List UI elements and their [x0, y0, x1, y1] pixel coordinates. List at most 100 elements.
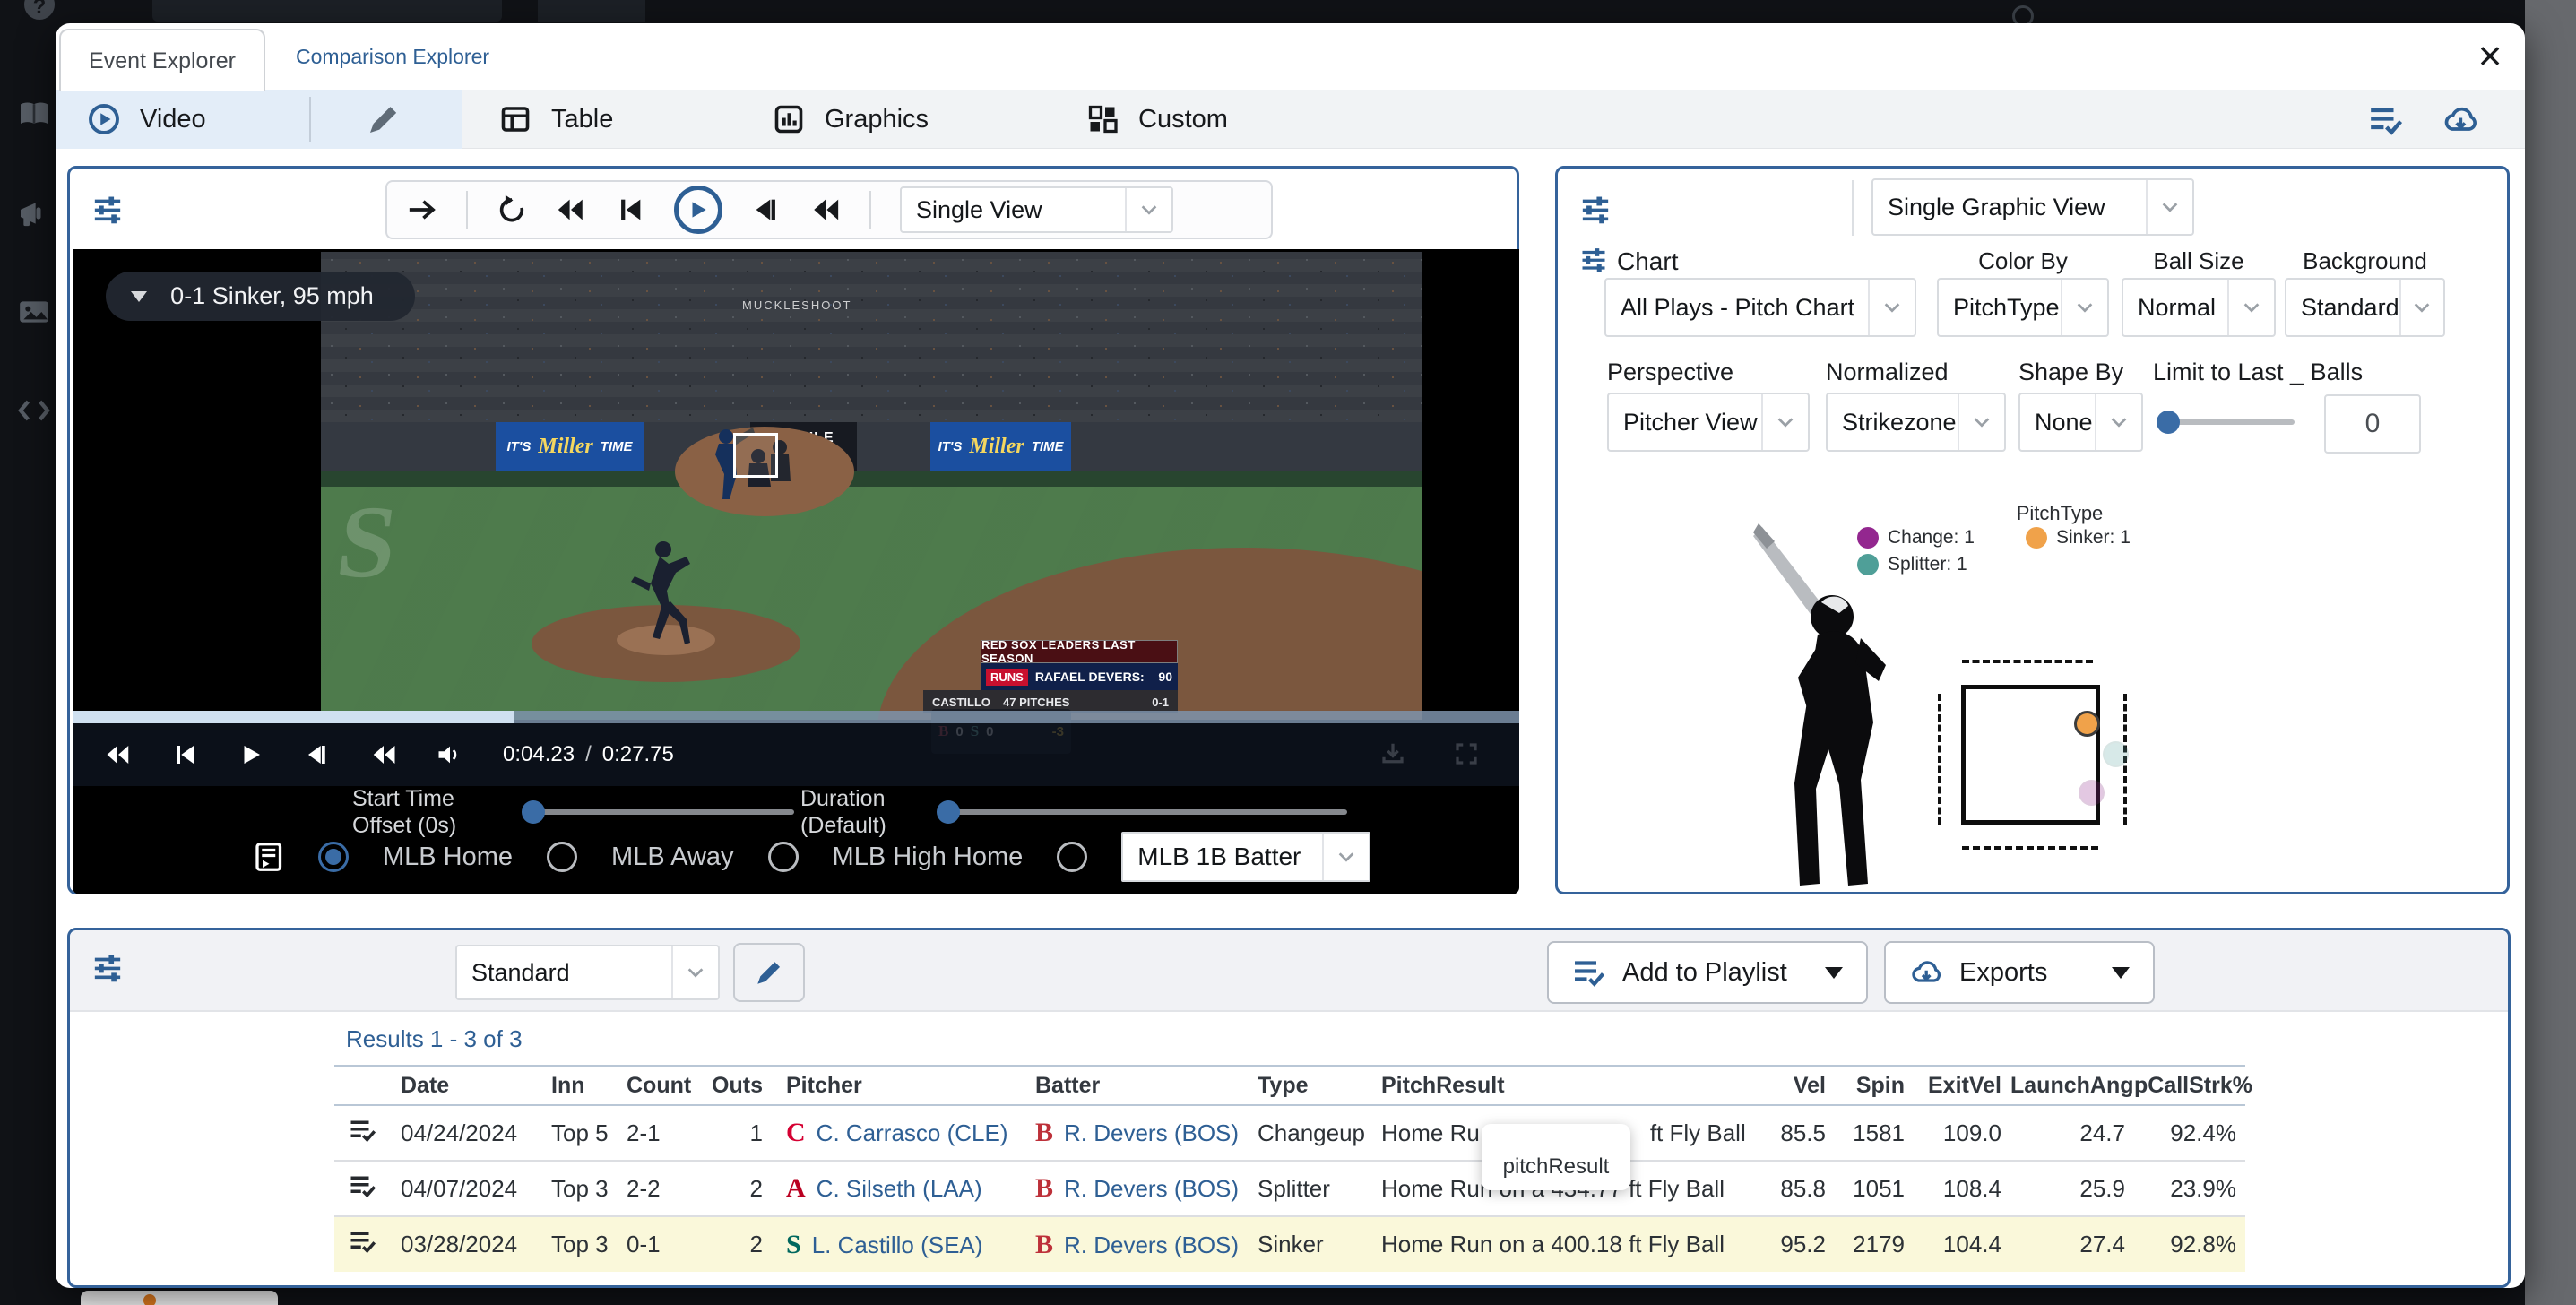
tab-table[interactable]: Table — [499, 90, 613, 149]
radio-mlb-home[interactable] — [318, 842, 349, 872]
video-transport-bar: Single View — [385, 180, 1273, 239]
grid-layout-icon — [1086, 103, 1119, 135]
exports-button[interactable]: Exports — [1884, 941, 2155, 1004]
start-offset-slider[interactable] — [525, 809, 794, 815]
time-display: 0:04.23 / 0:27.75 — [503, 742, 674, 767]
next-pitch-icon[interactable] — [751, 194, 782, 225]
replay-icon[interactable] — [497, 194, 527, 225]
background-select[interactable]: Standard — [2285, 278, 2445, 337]
playlist-check-icon[interactable] — [349, 1228, 376, 1255]
team-logo: B — [1035, 1118, 1053, 1147]
pitch-ball-sinker[interactable] — [2074, 711, 2100, 737]
col-type[interactable]: Type — [1243, 1066, 1367, 1105]
chevron-down-icon — [671, 946, 718, 998]
slider-thumb[interactable] — [937, 800, 960, 824]
tab-graphics[interactable]: Graphics — [773, 90, 929, 149]
table-row[interactable]: 03/28/2024 Top 3 0-1 2 SL. Castillo (SEA… — [334, 1216, 2245, 1272]
divider — [466, 191, 468, 229]
radio-mlb-high-home[interactable] — [768, 842, 799, 872]
radio-mlb-away[interactable] — [547, 842, 577, 872]
duration-slider[interactable] — [940, 809, 1347, 815]
playlist-check-icon[interactable] — [2368, 103, 2402, 137]
feed-list-icon[interactable] — [252, 841, 284, 873]
pitch-selector-pill[interactable]: 0-1 Sinker, 95 mph — [106, 272, 415, 321]
table-row[interactable]: 04/24/2024 Top 5 2-1 1 CC. Carrasco (CLE… — [334, 1105, 2245, 1161]
add-to-playlist-button[interactable]: Add to Playlist — [1547, 941, 1868, 1004]
col-pitchresult[interactable]: PitchResult — [1367, 1066, 1752, 1105]
add-to-playlist-label: Add to Playlist — [1622, 958, 1787, 988]
cloud-download-icon[interactable] — [2442, 102, 2477, 138]
view-mode-select[interactable]: Single View — [900, 186, 1173, 233]
batter-link[interactable]: R. Devers (BOS) — [1064, 1119, 1239, 1146]
graphic-view-select[interactable]: Single Graphic View — [1871, 178, 2194, 236]
radio-custom-feed[interactable] — [1057, 842, 1087, 872]
close-button[interactable]: × — [2465, 32, 2515, 82]
play-circle-icon — [88, 103, 120, 135]
preset-select[interactable]: Standard — [455, 945, 720, 1000]
ball-size-select[interactable]: Normal — [2122, 278, 2276, 337]
chart-select[interactable]: All Plays - Pitch Chart — [1604, 278, 1916, 337]
megaphone-icon — [16, 195, 52, 231]
col-batter[interactable]: Batter — [1021, 1066, 1243, 1105]
tab-event-explorer[interactable]: Event Explorer — [59, 29, 265, 91]
batter-link[interactable]: R. Devers (BOS) — [1064, 1232, 1239, 1258]
tab-video[interactable]: Video — [88, 90, 206, 149]
edit-pencil-icon[interactable] — [366, 101, 402, 137]
col-exitvel[interactable]: ExitVel — [1914, 1066, 2010, 1105]
tab-custom[interactable]: Custom — [1086, 90, 1228, 149]
batter-link[interactable]: R. Devers (BOS) — [1064, 1175, 1239, 1202]
chart-settings-icon[interactable] — [1580, 246, 1607, 272]
fast-forward-icon[interactable] — [810, 194, 841, 225]
slider-thumb[interactable] — [2157, 411, 2180, 434]
caret-down-icon — [131, 291, 147, 302]
col-count[interactable]: Count — [612, 1066, 689, 1105]
edit-preset-button[interactable] — [733, 943, 805, 1002]
tab-comparison-explorer[interactable]: Comparison Explorer — [296, 45, 489, 69]
col-inn[interactable]: Inn — [537, 1066, 612, 1105]
rewind-icon[interactable] — [556, 194, 586, 225]
jump-to-pitch-icon[interactable] — [407, 194, 437, 225]
background-app-tab — [152, 0, 502, 22]
next-pitch-icon[interactable] — [304, 741, 331, 768]
panel-settings-icon[interactable] — [92, 952, 123, 982]
col-date[interactable]: Date — [386, 1066, 537, 1105]
previous-pitch-icon[interactable] — [615, 194, 645, 225]
col-outs[interactable]: Outs — [689, 1066, 772, 1105]
col-vel[interactable]: Vel — [1752, 1066, 1835, 1105]
col-spin[interactable]: Spin — [1835, 1066, 1914, 1105]
limit-input[interactable]: 0 — [2324, 394, 2421, 454]
pitcher-link[interactable]: C. Carrasco (CLE) — [817, 1119, 1008, 1146]
results-panel: Standard Add to Playlist Exports Results… — [67, 928, 2511, 1288]
playlist-check-icon[interactable] — [349, 1117, 376, 1144]
view-mode-value: Single View — [902, 196, 1125, 224]
normalized-select[interactable]: Strikezone — [1826, 393, 2006, 452]
outfield-wall — [321, 471, 1422, 487]
perspective-select[interactable]: Pitcher View — [1607, 393, 1810, 452]
ad-board-miller: IT'S Miller TIME — [930, 422, 1071, 471]
limit-slider[interactable] — [2160, 419, 2295, 425]
panel-settings-icon[interactable] — [92, 194, 123, 224]
play-button[interactable] — [674, 186, 722, 234]
table-row[interactable]: 04/07/2024 Top 3 2-2 2 AC. Silseth (LAA)… — [334, 1161, 2245, 1216]
play-icon[interactable] — [238, 741, 264, 768]
panel-settings-icon[interactable] — [1580, 194, 1611, 224]
color-by-select[interactable]: PitchType — [1937, 278, 2109, 337]
col-pcallstrk[interactable]: pCallStrk% — [2134, 1066, 2245, 1105]
previous-pitch-icon[interactable] — [171, 741, 198, 768]
shape-by-select[interactable]: None — [2018, 393, 2143, 452]
pitcher-link[interactable]: C. Silseth (LAA) — [817, 1175, 982, 1202]
rewind-icon[interactable] — [105, 741, 132, 768]
video-player[interactable]: MUCKLESHOOT IT'S Miller TIME MOBILE PARK… — [73, 249, 1519, 894]
fast-forward-icon[interactable] — [370, 741, 397, 768]
col-launchang[interactable]: LaunchAng — [2010, 1066, 2134, 1105]
video-frame: MUCKLESHOOT IT'S Miller TIME MOBILE PARK… — [321, 252, 1422, 720]
volume-icon[interactable] — [437, 741, 463, 768]
feed-select[interactable]: MLB 1B Batter — [1121, 832, 1370, 882]
video-progress-bar[interactable] — [73, 711, 1519, 723]
col-pitcher[interactable]: Pitcher — [772, 1066, 1021, 1105]
feed-selector-row: MLB Home MLB Away MLB High Home MLB 1B B… — [252, 830, 1370, 884]
pitcher-link[interactable]: L. Castillo (SEA) — [812, 1232, 983, 1258]
slider-thumb[interactable] — [522, 800, 545, 824]
playlist-check-icon[interactable] — [349, 1172, 376, 1199]
pitch-ball-change[interactable] — [2079, 780, 2105, 806]
